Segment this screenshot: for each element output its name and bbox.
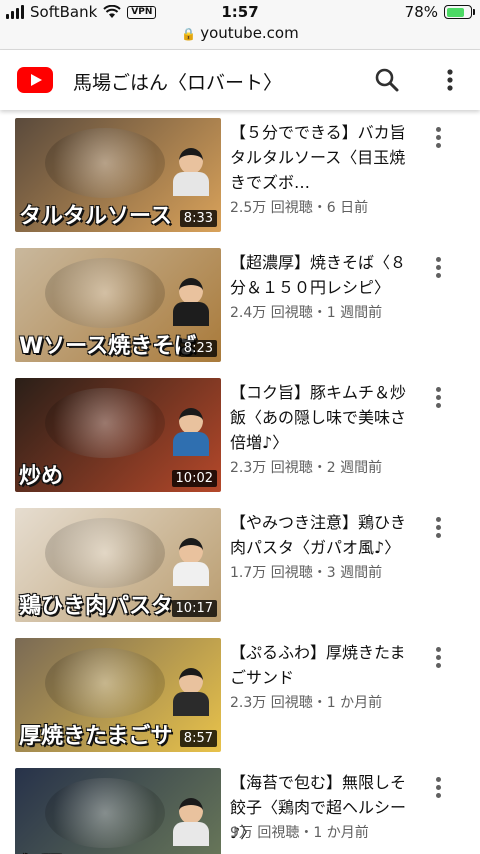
video-item[interactable]: 無限【海苔で包む】無限しそ餃子〈鶏肉で超ヘルシー♪〉9万 回視聴・1 か月前 bbox=[0, 760, 480, 854]
battery-level-fill bbox=[446, 7, 465, 17]
search-icon bbox=[375, 68, 399, 92]
video-menu-button[interactable] bbox=[428, 384, 450, 412]
video-thumbnail[interactable]: 鶏ひき肉パスタ 10:17 bbox=[15, 508, 221, 622]
video-thumbnail[interactable]: 厚焼きたまごサ 8:57 bbox=[15, 638, 221, 752]
presenter-avatar bbox=[171, 798, 211, 846]
video-item[interactable]: 炒め 10:02 【コク旨】豚キムチ＆炒飯〈あの隠し味で美味さ倍増♪〉 2.3万 回視… bbox=[0, 370, 480, 492]
video-menu-button[interactable] bbox=[428, 644, 450, 672]
presenter-avatar bbox=[171, 408, 211, 456]
battery-icon bbox=[444, 5, 475, 19]
video-title[interactable]: 【コク旨】豚キムチ＆炒飯〈あの隠し味で美味さ倍増♪〉 bbox=[230, 380, 420, 455]
more-vert-icon bbox=[436, 387, 441, 411]
thumbnail-caption: 厚焼きたまごサ bbox=[19, 724, 173, 749]
food-image bbox=[45, 518, 165, 588]
video-meta: 2.5万 回視聴・6 日前 bbox=[230, 200, 369, 216]
video-meta: 2.4万 回視聴・1 週間前 bbox=[230, 305, 383, 321]
video-meta: 2.3万 回視聴・2 週間前 bbox=[230, 460, 383, 476]
more-vert-icon bbox=[436, 777, 441, 801]
more-vert-icon bbox=[436, 517, 441, 541]
video-title[interactable]: 【やみつき注意】鶏ひき肉パスタ〈ガパオ風♪〉 bbox=[230, 510, 420, 560]
duration-badge: 10:17 bbox=[171, 600, 217, 617]
video-thumbnail[interactable]: 炒め 10:02 bbox=[15, 378, 221, 492]
presenter-avatar bbox=[171, 148, 211, 196]
thumbnail-caption: Wソース焼きそば bbox=[19, 334, 197, 359]
lock-icon: 🔒 bbox=[181, 27, 197, 41]
more-vert-icon bbox=[436, 127, 441, 151]
video-title[interactable]: 【超濃厚】焼きそば〈８分＆１５０円レシピ〉 bbox=[230, 250, 420, 300]
video-thumbnail[interactable]: 無限 bbox=[15, 768, 221, 854]
presenter-avatar bbox=[171, 278, 211, 326]
video-meta: 2.3万 回視聴・1 か月前 bbox=[230, 695, 383, 711]
more-vert-icon bbox=[436, 647, 441, 671]
url-text: youtube.com bbox=[200, 24, 299, 42]
search-button[interactable] bbox=[373, 66, 401, 94]
channel-title: 馬場ごはん〈ロバート〉 bbox=[73, 72, 283, 94]
more-vert-icon bbox=[447, 69, 453, 91]
status-right: 78% bbox=[404, 3, 475, 21]
battery-percent: 78% bbox=[404, 3, 438, 21]
more-vert-icon bbox=[436, 257, 441, 281]
duration-badge: 8:23 bbox=[179, 340, 217, 357]
presenter-avatar bbox=[171, 538, 211, 586]
app-header: 馬場ごはん〈ロバート〉 bbox=[0, 50, 480, 110]
video-thumbnail[interactable]: タルタルソース 8:33 bbox=[15, 118, 221, 232]
video-menu-button[interactable] bbox=[428, 254, 450, 282]
food-image bbox=[45, 388, 165, 458]
video-title[interactable]: 【５分でできる】バカ旨タルタルソース〈目玉焼きでズボ… bbox=[230, 120, 420, 195]
food-image bbox=[45, 648, 165, 718]
header-more-button[interactable] bbox=[436, 66, 464, 94]
food-image bbox=[45, 258, 165, 328]
video-title[interactable]: 【ぷるふわ】厚焼きたまごサンド bbox=[230, 640, 420, 690]
video-item[interactable]: タルタルソース 8:33 【５分でできる】バカ旨タルタルソース〈目玉焼きでズボ… 2.… bbox=[0, 110, 480, 232]
video-item[interactable]: Wソース焼きそば 8:23 【超濃厚】焼きそば〈８分＆１５０円レシピ〉 2.4万 回視… bbox=[0, 240, 480, 362]
url-bar[interactable]: 🔒 youtube.com bbox=[0, 24, 480, 50]
video-meta: 1.7万 回視聴・3 週間前 bbox=[230, 565, 383, 581]
presenter-avatar bbox=[171, 668, 211, 716]
video-item[interactable]: 鶏ひき肉パスタ 10:17 【やみつき注意】鶏ひき肉パスタ〈ガパオ風♪〉 1.7万 回… bbox=[0, 500, 480, 622]
food-image bbox=[45, 128, 165, 198]
duration-badge: 8:57 bbox=[179, 730, 217, 747]
video-menu-button[interactable] bbox=[428, 514, 450, 542]
thumbnail-caption: 無限 bbox=[19, 848, 63, 854]
youtube-logo-icon[interactable] bbox=[17, 67, 53, 93]
duration-badge: 10:02 bbox=[171, 470, 217, 487]
video-menu-button[interactable] bbox=[428, 124, 450, 152]
thumbnail-caption: 炒め bbox=[19, 464, 64, 489]
video-item[interactable]: 厚焼きたまごサ 8:57 【ぷるふわ】厚焼きたまごサンド 2.3万 回視聴・1 か月前 bbox=[0, 630, 480, 752]
duration-badge: 8:33 bbox=[179, 210, 217, 227]
thumbnail-caption: 鶏ひき肉パスタ bbox=[19, 594, 174, 619]
video-menu-button[interactable] bbox=[428, 774, 450, 802]
thumbnail-caption: タルタルソース bbox=[19, 204, 172, 229]
video-meta: 9万 回視聴・1 か月前 bbox=[230, 825, 369, 841]
food-image bbox=[45, 778, 165, 848]
status-bar: SoftBank VPN 1:57 78% bbox=[0, 0, 480, 24]
video-thumbnail[interactable]: Wソース焼きそば 8:23 bbox=[15, 248, 221, 362]
